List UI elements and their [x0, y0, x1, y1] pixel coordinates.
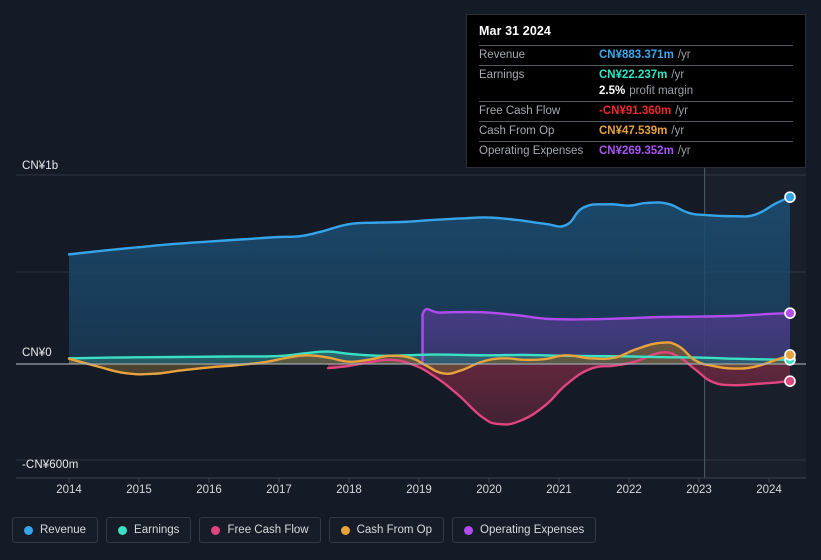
- x-tick-label-2023: 2023: [686, 484, 712, 496]
- legend-item-cash-from-op[interactable]: Cash From Op: [328, 517, 445, 543]
- tooltip-row-label: Earnings: [479, 69, 525, 81]
- legend-item-free-cash-flow[interactable]: Free Cash Flow: [199, 517, 321, 543]
- x-axis: 2014 2015 2016 2017 2018 2019 2020 2021 2022 2023…: [0, 484, 821, 502]
- tooltip-row-suffix: profit margin: [629, 85, 694, 97]
- tooltip-row: Operating Expenses CN¥269.352m/yr: [479, 141, 793, 161]
- legend-item-label: Revenue: [40, 524, 87, 536]
- x-tick-label-2018: 2018: [336, 484, 362, 496]
- tooltip-row: Free Cash Flow -CN¥91.360m/yr: [479, 101, 793, 121]
- legend-item-earnings[interactable]: Earnings: [106, 517, 192, 543]
- legend-color-dot: [340, 525, 350, 535]
- x-tick-label-2014: 2014: [56, 484, 82, 496]
- tooltip-row-value-wrap: 2.5% profit margin: [599, 85, 693, 97]
- endpoint-marker-operating-expenses[interactable]: [784, 307, 796, 319]
- legend-item-label: Operating Expenses: [480, 524, 585, 536]
- legend-item-revenue[interactable]: Revenue: [12, 517, 99, 543]
- x-tick-label-2016: 2016: [196, 484, 222, 496]
- chart-legend[interactable]: Revenue Earnings Free Cash Flow Cash From O…: [12, 517, 597, 543]
- x-tick-label-2024: 2024: [756, 484, 782, 496]
- endpoint-marker-cash-from-op[interactable]: [784, 349, 796, 361]
- tooltip-row-value: CN¥47.539m: [599, 125, 668, 137]
- tooltip-row-value: CN¥22.237m: [599, 69, 668, 81]
- tooltip-row: Cash From Op CN¥47.539m/yr: [479, 121, 793, 141]
- legend-color-dot: [24, 525, 33, 535]
- legend-item-label: Free Cash Flow: [227, 524, 309, 536]
- financial-performance-chart: CN¥1b CN¥0 -CN¥600m 2014 2015 2016 2017 2018…: [0, 0, 821, 560]
- endpoint-marker-revenue[interactable]: [784, 191, 796, 203]
- tooltip-row-suffix: /yr: [675, 105, 689, 117]
- legend-color-dot: [118, 525, 128, 535]
- endpoint-marker-free-cash-flow[interactable]: [784, 375, 796, 387]
- x-tick-label-2021: 2021: [546, 484, 572, 496]
- tooltip-row-label: Free Cash Flow: [479, 105, 561, 117]
- tooltip-row-value: 2.5%: [599, 85, 626, 97]
- legend-item-label: Cash From Op: [356, 524, 433, 536]
- x-tick-label-2017: 2017: [266, 484, 292, 496]
- tooltip-row-value-wrap: CN¥883.371m/yr: [599, 49, 691, 61]
- tooltip-row: 2.5% profit margin: [479, 85, 793, 101]
- tooltip-row-value: CN¥883.371m: [599, 49, 674, 61]
- x-tick-label-2015: 2015: [126, 484, 152, 496]
- tooltip-date: Mar 31 2024: [479, 24, 551, 38]
- tooltip-rows: Revenue CN¥883.371m/yr Earnings CN¥22.237m /…: [479, 45, 793, 161]
- legend-item-operating-expenses[interactable]: Operating Expenses: [452, 517, 597, 543]
- tooltip-row-suffix: /yr: [677, 145, 691, 157]
- tooltip-row-suffix: /yr: [671, 125, 685, 137]
- x-tick-label-2020: 2020: [476, 484, 502, 496]
- y-axis-label-bottom: -CN¥600m: [22, 459, 79, 471]
- x-tick-label-2022: 2022: [616, 484, 642, 496]
- data-tooltip: Mar 31 2024 Revenue CN¥883.371m/yr Earning…: [466, 14, 806, 168]
- tooltip-row-value-wrap: CN¥47.539m/yr: [599, 125, 684, 137]
- tooltip-row-value: CN¥269.352m: [599, 145, 674, 157]
- tooltip-row-suffix: /yr: [677, 49, 691, 61]
- legend-color-dot: [211, 525, 221, 535]
- x-tick-label-2019: 2019: [406, 484, 432, 496]
- tooltip-row-label: Operating Expenses: [479, 145, 584, 157]
- tooltip-row-value: -CN¥91.360m: [599, 105, 672, 117]
- tooltip-row-value-wrap: CN¥269.352m/yr: [599, 145, 691, 157]
- tooltip-row-label: Revenue: [479, 49, 526, 61]
- tooltip-row-suffix: /yr: [671, 69, 685, 81]
- legend-item-label: Earnings: [134, 524, 180, 536]
- tooltip-row-value-wrap: -CN¥91.360m/yr: [599, 105, 688, 117]
- tooltip-row: Revenue CN¥883.371m/yr: [479, 45, 793, 65]
- tooltip-row-value-wrap: CN¥22.237m/yr: [599, 69, 684, 81]
- y-axis-label-zero: CN¥0: [22, 347, 52, 359]
- y-axis-label-top: CN¥1b: [22, 160, 59, 172]
- legend-color-dot: [464, 525, 474, 535]
- tooltip-row: Earnings CN¥22.237m/yr: [479, 65, 793, 85]
- tooltip-row-label: Cash From Op: [479, 125, 555, 137]
